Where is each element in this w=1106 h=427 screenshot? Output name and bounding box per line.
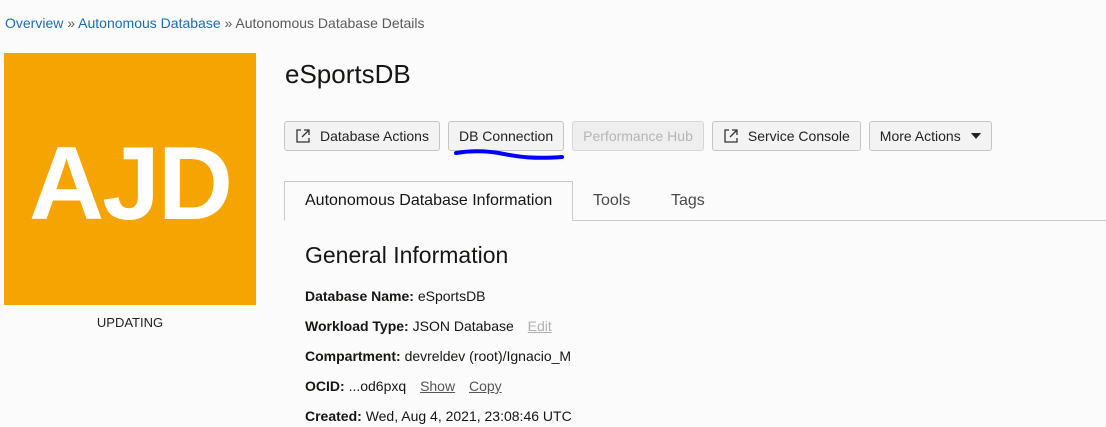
tab-label: Autonomous Database Information [305, 192, 553, 209]
tab-label: Tools [593, 191, 631, 209]
logo-text: AJD [28, 125, 233, 242]
field-value: ...od6pxq [348, 378, 407, 394]
tab-label: Tags [671, 191, 705, 209]
copy-ocid-link[interactable]: Copy [469, 378, 502, 394]
breadcrumb-separator: » [224, 15, 233, 31]
field-value: JSON Database [412, 318, 514, 334]
info-database-name: Database Name: eSportsDB [305, 288, 486, 304]
database-actions-button[interactable]: Database Actions [284, 121, 440, 151]
service-console-button[interactable]: Service Console [711, 121, 861, 151]
field-label: Database Name: [305, 288, 414, 304]
page-title: eSportsDB [285, 59, 411, 89]
show-ocid-link[interactable]: Show [420, 378, 455, 394]
breadcrumb-overview-link[interactable]: Overview [5, 15, 63, 31]
breadcrumb-current: Autonomous Database Details [235, 15, 425, 31]
tab-autonomous-database-information[interactable]: Autonomous Database Information [284, 181, 574, 221]
info-compartment: Compartment: devreldev (root)/Ignacio_M [305, 348, 571, 364]
performance-hub-label: Performance Hub [583, 128, 693, 144]
service-console-label: Service Console [747, 128, 850, 144]
info-ocid: OCID: ...od6pxq Show Copy [305, 378, 502, 394]
annotation-underline [454, 149, 564, 160]
external-link-icon [723, 128, 739, 144]
db-connection-label: DB Connection [458, 128, 554, 144]
db-connection-button[interactable]: DB Connection [447, 121, 565, 151]
edit-workload-link[interactable]: Edit [528, 318, 552, 334]
detail-tabs: Autonomous Database Information Tools Ta… [284, 181, 1106, 221]
field-value: devreldev (root)/Ignacio_M [404, 348, 572, 364]
field-value: Wed, Aug 4, 2021, 23:08:46 UTC [365, 408, 572, 424]
database-logo-tile: AJD [4, 53, 256, 305]
chevron-down-icon [970, 133, 981, 139]
info-workload-type: Workload Type: JSON Database Edit [305, 318, 552, 334]
info-created: Created: Wed, Aug 4, 2021, 23:08:46 UTC [305, 408, 572, 424]
database-actions-label: Database Actions [320, 128, 429, 144]
field-label: Compartment: [305, 348, 401, 364]
lifecycle-status: UPDATING [96, 315, 164, 330]
breadcrumb-separator: » [67, 15, 76, 31]
more-actions-label: More Actions [879, 128, 961, 144]
field-label: Workload Type: [305, 318, 409, 334]
breadcrumb-autonomous-database-link[interactable]: Autonomous Database [78, 15, 220, 31]
action-toolbar: Database Actions DB Connection Performan… [284, 121, 992, 151]
field-label: OCID: [305, 378, 345, 394]
external-link-icon [295, 128, 311, 144]
tab-tools[interactable]: Tools [593, 181, 630, 220]
breadcrumb: Overview » Autonomous Database » Autonom… [5, 15, 425, 31]
more-actions-button[interactable]: More Actions [868, 121, 992, 151]
field-value: eSportsDB [417, 288, 486, 304]
section-title: General Information [305, 242, 509, 268]
performance-hub-button[interactable]: Performance Hub [572, 121, 704, 151]
tab-tags[interactable]: Tags [671, 181, 705, 220]
field-label: Created: [305, 408, 362, 424]
